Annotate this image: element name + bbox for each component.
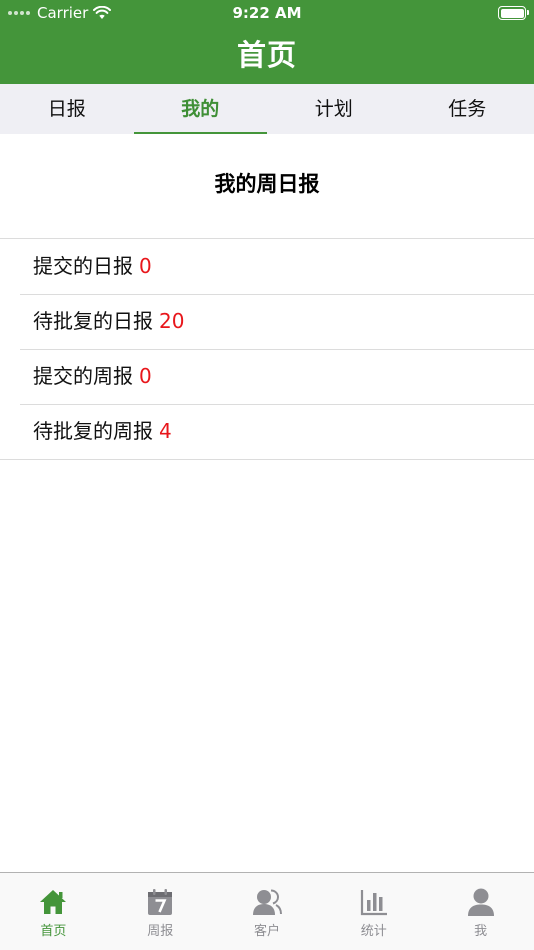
status-time: 9:22 AM (232, 4, 302, 22)
tab-plan[interactable]: 计划 (267, 84, 401, 134)
home-icon (40, 890, 67, 914)
report-list: 提交的日报 0 待批复的日报 20 提交的周报 0 待批复的周报 4 (0, 238, 534, 460)
tabbar-label: 周报 (147, 924, 174, 939)
tabbar-label: 统计 (360, 924, 387, 939)
person-icon (467, 888, 494, 916)
tabbar-label: 首页 (40, 924, 67, 939)
calendar-icon (148, 889, 173, 915)
customers-icon (252, 889, 282, 915)
tabbar-label: 客户 (253, 924, 280, 939)
list-item-pending-weekly[interactable]: 待批复的周报 4 (0, 404, 534, 459)
list-item-submitted-weekly[interactable]: 提交的周报 0 (0, 349, 534, 404)
section-title: 我的周日报 (214, 172, 320, 196)
tab-daily[interactable]: 日报 (0, 84, 134, 134)
tabbar-item-me[interactable]: 我 (427, 873, 534, 950)
list-item-label: 待批复的日报 (33, 309, 153, 333)
battery-icon (498, 6, 529, 20)
bar-chart-icon (360, 890, 387, 916)
tabbar-item-stats[interactable]: 统计 (320, 873, 427, 950)
list-item-pending-daily[interactable]: 待批复的日报 20 (0, 294, 534, 349)
list-item-label: 提交的周报 (33, 364, 133, 388)
header: Carrier 9:22 AM 首页 (0, 0, 534, 84)
list-item-label: 提交的日报 (33, 254, 133, 278)
tabbar-item-weekly[interactable]: 周报 (107, 873, 214, 950)
tab-mine[interactable]: 我的 (133, 84, 268, 134)
list-item-label: 待批复的周报 (33, 419, 153, 443)
tabbar-item-home[interactable]: 首页 (0, 873, 107, 950)
list-item-count: 20 (159, 309, 185, 333)
status-bar: Carrier 9:22 AM (0, 0, 534, 26)
bottom-tab-bar: 首页 周报 客户 统计 我 (0, 872, 534, 950)
app-screen: Carrier 9:22 AM 首页 日报 我的 计划 任务 我的周日报 提交的… (0, 0, 534, 950)
tab-task[interactable]: 任务 (401, 84, 534, 134)
tabbar-item-customers[interactable]: 客户 (214, 873, 321, 950)
list-item-count: 0 (139, 364, 152, 388)
list-item-count: 4 (159, 419, 172, 443)
list-item-count: 0 (139, 254, 152, 278)
page-title: 首页 (236, 38, 297, 72)
tabbar-label: 我 (474, 924, 488, 939)
top-tabs: 日报 我的 计划 任务 (0, 84, 534, 134)
list-item-submitted-daily[interactable]: 提交的日报 0 (0, 239, 534, 294)
